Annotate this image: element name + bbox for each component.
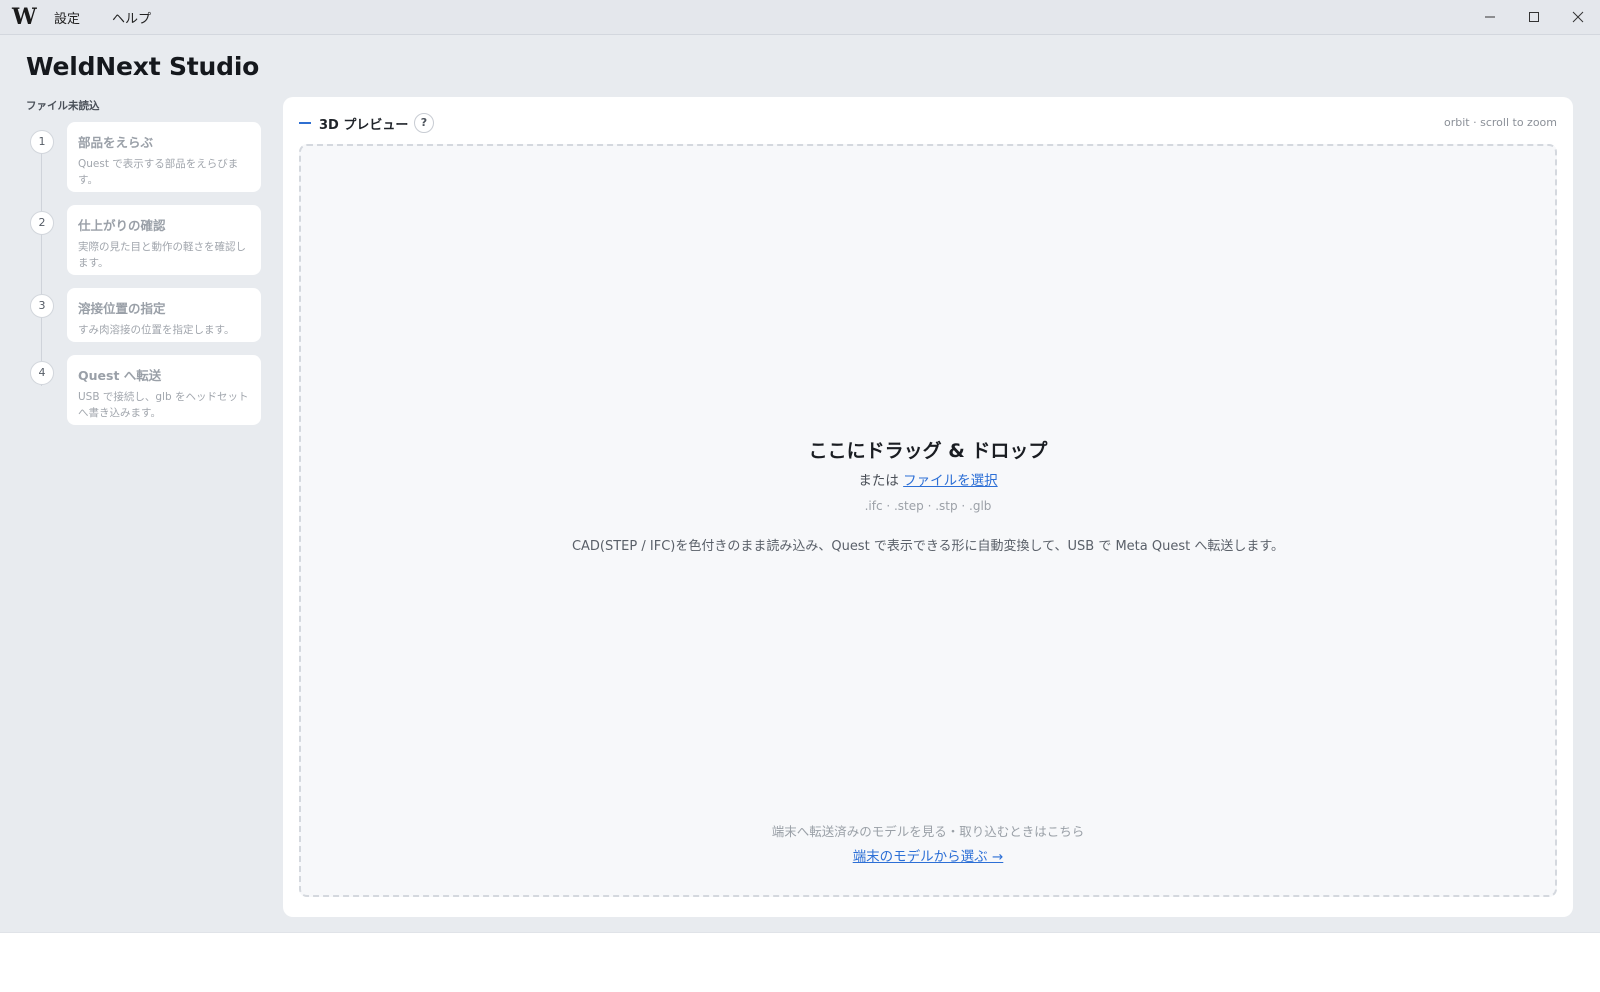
dropzone-title: ここにドラッグ & ドロップ — [808, 440, 1048, 462]
page-title: WeldNext Studio — [26, 52, 260, 81]
minimize-icon — [1485, 16, 1495, 18]
step-number: 2 — [30, 211, 54, 235]
step-number: 3 — [30, 294, 54, 318]
step-number: 1 — [30, 130, 54, 154]
status-bar — [0, 932, 1600, 992]
step-title: Quest へ転送 — [78, 368, 162, 383]
preview-label: 3D プレビュー — [319, 118, 409, 133]
step-card[interactable]: Quest へ転送 USB で接続し、glb をヘッドセットへ書き込みます。 — [67, 355, 261, 425]
step-description: Quest で表示する部品をえらびます。 — [78, 158, 239, 186]
close-button[interactable] — [1556, 0, 1600, 34]
step-description: すみ肉溶接の位置を指定します。 — [78, 324, 235, 336]
menu-help[interactable]: ヘルプ — [112, 8, 151, 27]
select-file-link[interactable]: ファイルを選択 — [903, 473, 998, 489]
step-description: USB で接続し、glb をヘッドセットへ書き込みます。 — [78, 391, 249, 419]
section-marker — [299, 122, 311, 124]
step-connector-line — [41, 142, 42, 386]
dropzone-description: CAD(STEP / IFC)を色付きのまま読み込み、Quest で表示できる形… — [571, 539, 1285, 554]
step-description: 実際の見た目と動作の軽さを確認します。 — [78, 241, 246, 269]
step-card[interactable]: 溶接位置の指定 すみ肉溶接の位置を指定します。 — [67, 288, 261, 342]
app-window: W 設定 ヘルプ WeldNext Studio ファイル未読込 1 部品をえら… — [0, 0, 1600, 992]
step-title: 溶接位置の指定 — [78, 301, 166, 316]
preview-hint: orbit · scroll to zoom — [1444, 116, 1557, 129]
step-title: 部品をえらぶ — [78, 135, 154, 150]
step-card[interactable]: 部品をえらぶ Quest で表示する部品をえらびます。 — [67, 122, 261, 192]
maximize-button[interactable] — [1512, 0, 1556, 34]
app-logo-icon: W — [12, 4, 37, 30]
step-number: 4 — [30, 361, 54, 385]
file-dropzone[interactable]: ここにドラッグ & ドロップ または ファイルを選択 .ifc · .step … — [299, 144, 1557, 897]
file-status-label: ファイル未読込 — [26, 100, 100, 112]
minimize-button[interactable] — [1468, 0, 1512, 34]
menu-settings[interactable]: 設定 — [54, 8, 80, 27]
dropzone-select-line: または ファイルを選択 — [301, 469, 1555, 489]
step-card[interactable]: 仕上がりの確認 実際の見た目と動作の軽さを確認します。 — [67, 205, 261, 275]
title-bar: W 設定 ヘルプ — [0, 0, 1600, 35]
close-icon — [1572, 11, 1584, 23]
device-models-link[interactable]: 端末のモデルから選ぶ → — [301, 845, 1555, 865]
step-title: 仕上がりの確認 — [78, 218, 166, 233]
maximize-icon — [1529, 12, 1539, 22]
help-icon[interactable]: ? — [414, 113, 434, 133]
preview-panel: 3D プレビュー ? orbit · scroll to zoom ここにドラッ… — [283, 97, 1573, 917]
dropzone-or-text: または — [858, 473, 899, 489]
workflow-steps: 1 部品をえらぶ Quest で表示する部品をえらびます。 2 仕上がりの確認 … — [26, 122, 266, 432]
supported-extensions: .ifc · .step · .stp · .glb — [864, 499, 992, 513]
device-models-note: 端末へ転送済みのモデルを見る・取り込むときはこちら — [771, 824, 1085, 839]
